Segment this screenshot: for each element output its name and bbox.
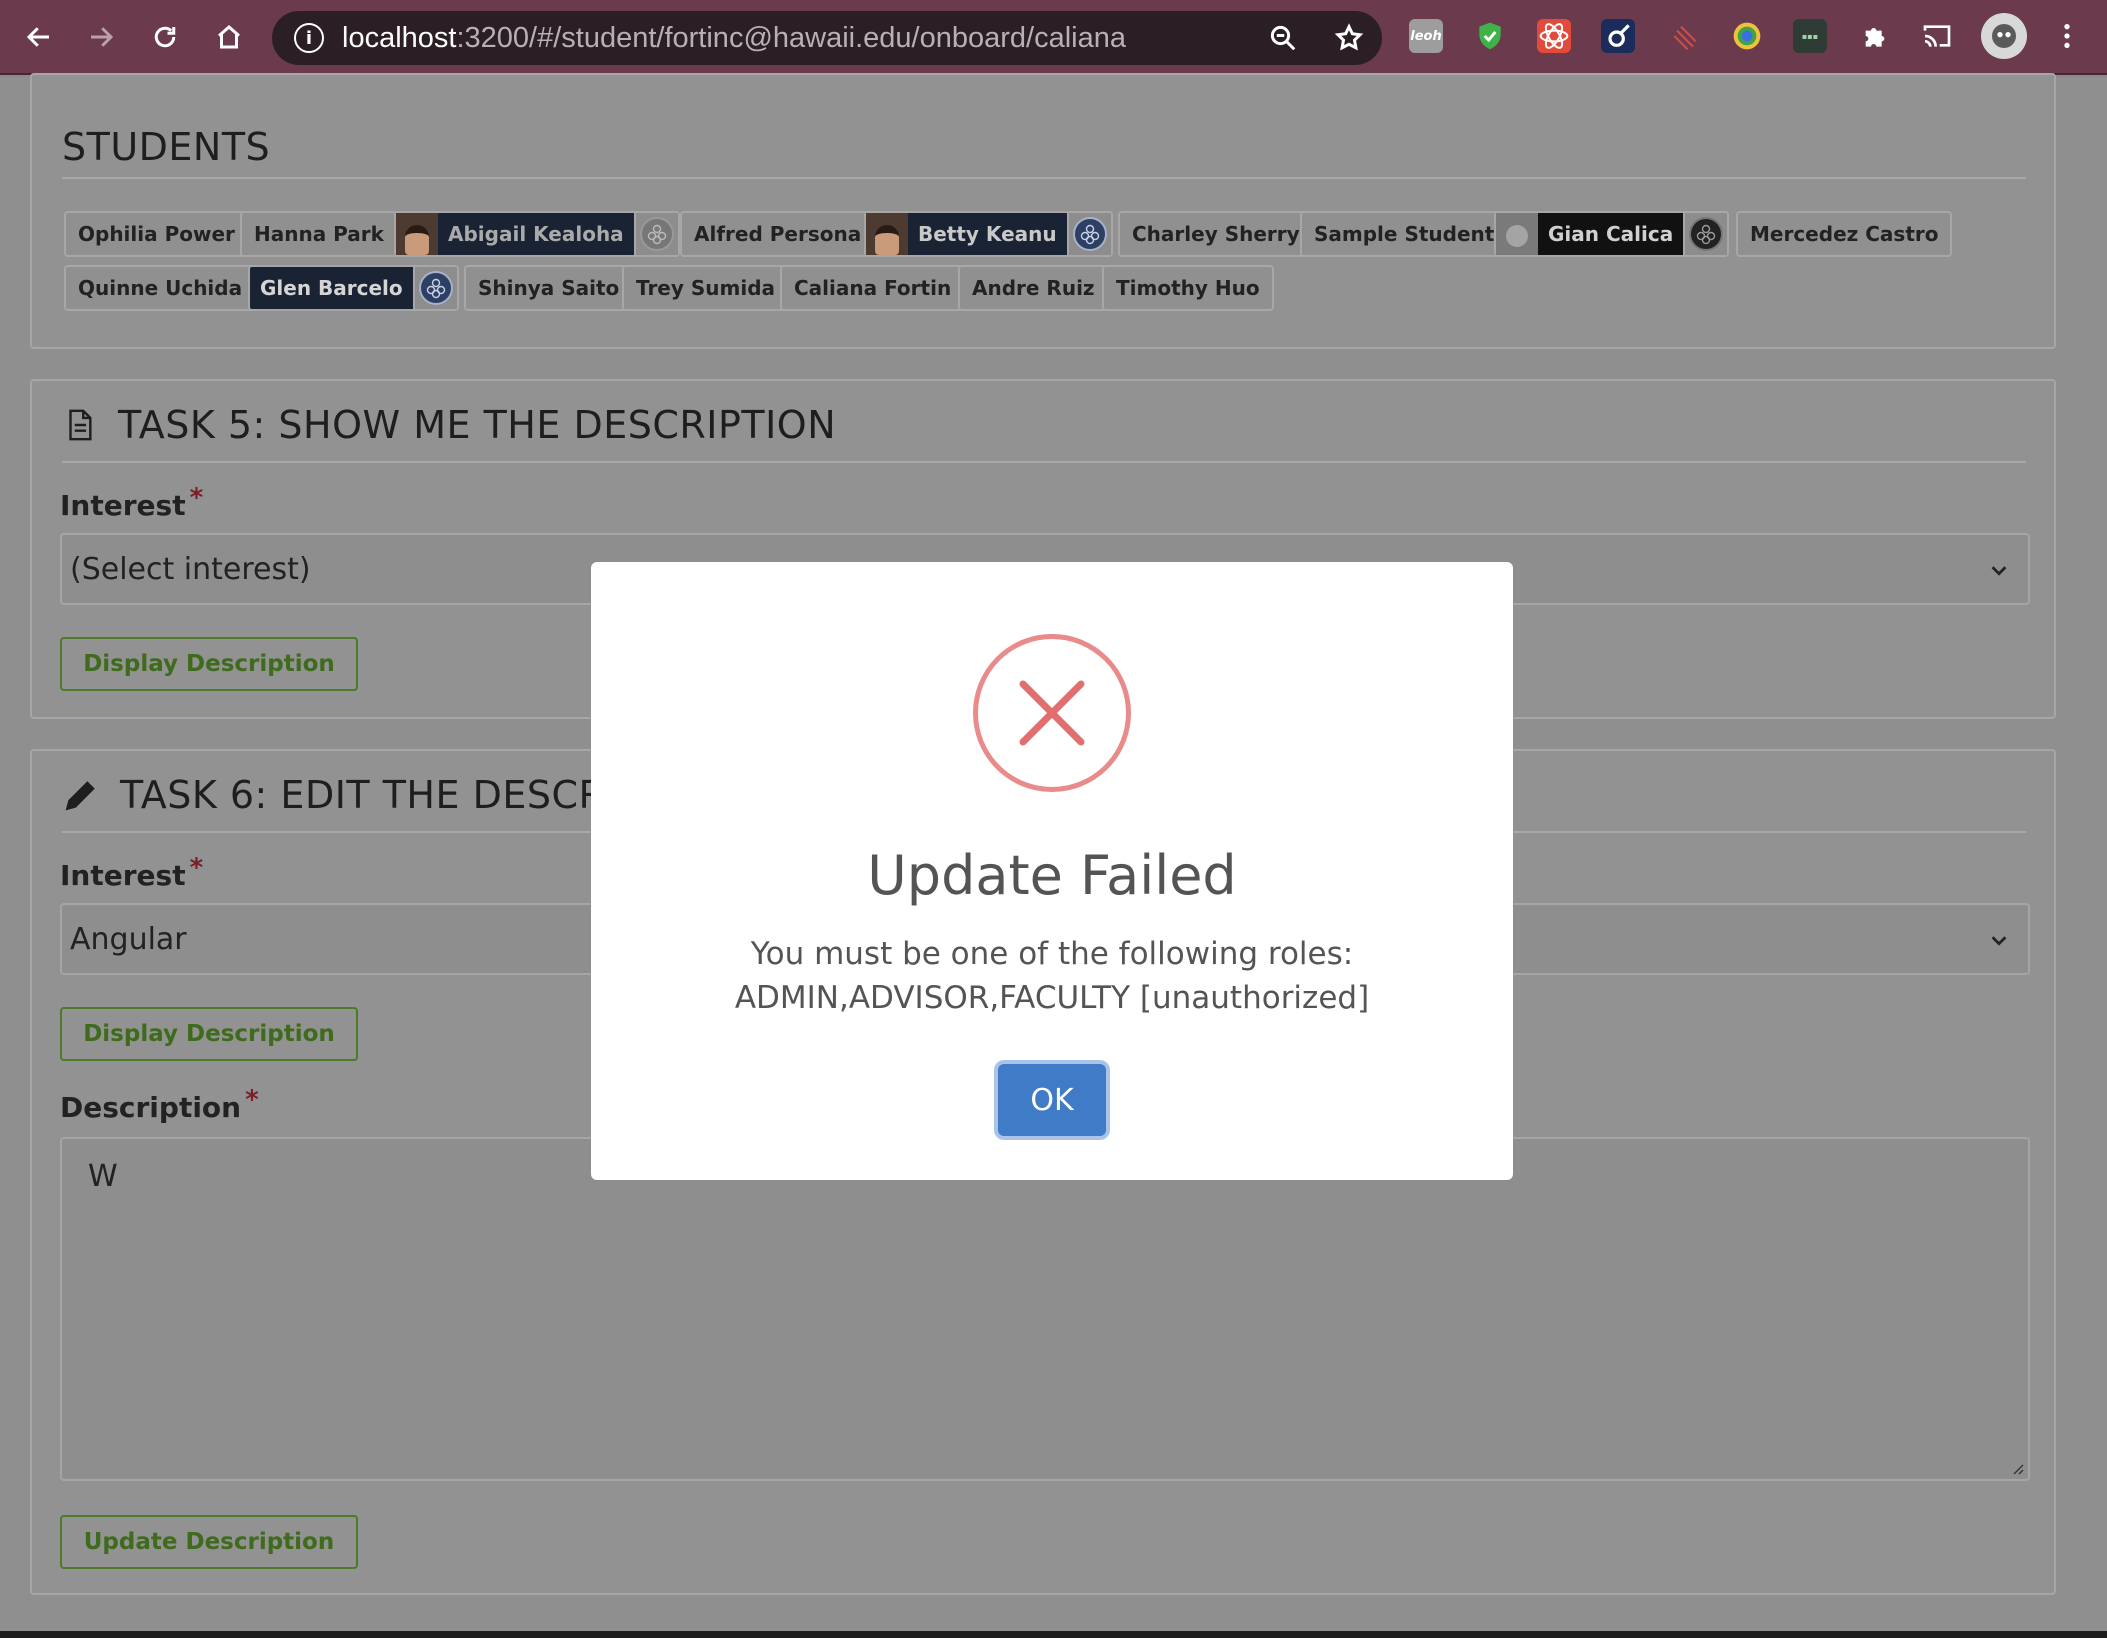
dialog-title: Update Failed [867, 844, 1237, 907]
dialog-message: You must be one of the following roles: … [591, 932, 1513, 1020]
ok-button[interactable]: OK [998, 1064, 1106, 1136]
dialog-message-line2: ADMIN,ADVISOR,FACULTY [unauthorized] [734, 980, 1370, 1016]
error-x-icon [973, 634, 1131, 792]
dialog-message-line1: You must be one of the following roles: [750, 936, 1354, 972]
modal-overlay: Update Failed You must be one of the fol… [0, 0, 2107, 1638]
error-dialog: Update Failed You must be one of the fol… [591, 562, 1513, 1180]
